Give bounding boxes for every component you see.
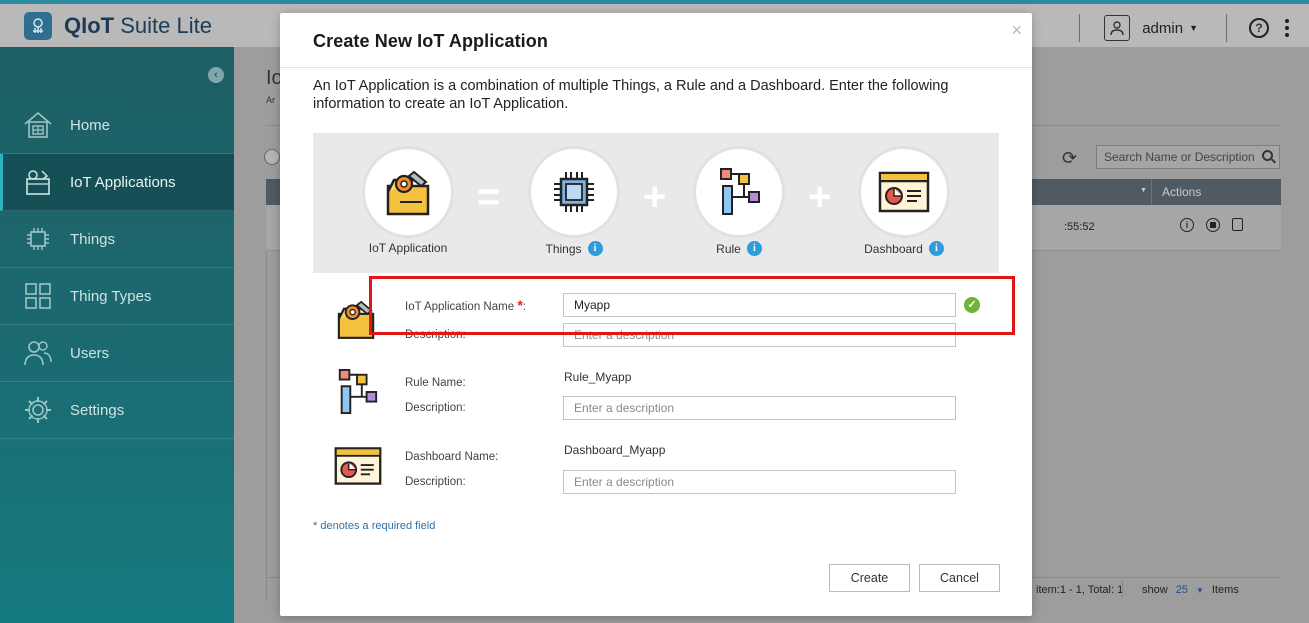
sidebar-item-things[interactable]: Things bbox=[0, 211, 234, 268]
more-options-icon[interactable] bbox=[1285, 19, 1289, 37]
search-input[interactable]: Search Name or Description bbox=[1096, 145, 1280, 169]
chip-icon bbox=[554, 172, 594, 212]
app-title: QIoT Suite Lite bbox=[64, 13, 212, 38]
info-icon[interactable]: i bbox=[746, 241, 762, 256]
rule-icon bbox=[334, 367, 380, 422]
sidebar-item-label: Home bbox=[70, 116, 111, 134]
users-icon bbox=[22, 337, 54, 369]
sidebar-item-settings[interactable]: Settings bbox=[0, 382, 234, 439]
info-icon[interactable]: i bbox=[587, 241, 603, 256]
divider bbox=[1122, 580, 1123, 598]
actions-column-header: Actions bbox=[1162, 185, 1202, 199]
sidebar-item-label: Things bbox=[70, 230, 116, 248]
dashboard-icon bbox=[333, 445, 383, 492]
formula-iot-application: IoT Application bbox=[362, 146, 454, 255]
stop-icon[interactable] bbox=[1206, 218, 1220, 232]
divider bbox=[1079, 14, 1081, 42]
sidebar-item-label: Thing Types bbox=[70, 287, 152, 305]
rule-name-label: Rule Name: bbox=[405, 377, 466, 389]
user-avatar-icon[interactable] bbox=[1104, 15, 1131, 41]
sidebar-item-label: Settings bbox=[70, 401, 125, 419]
plus-sign: + bbox=[808, 175, 832, 219]
rule-description-input[interactable] bbox=[563, 396, 956, 420]
column-divider bbox=[1151, 179, 1152, 205]
dashboard-name-label: Dashboard Name: bbox=[405, 451, 499, 463]
chip-icon bbox=[22, 223, 54, 255]
divider bbox=[1226, 14, 1227, 42]
sort-icon[interactable]: ▼ bbox=[1140, 187, 1147, 194]
sidebar: ‹ Home IoT Applications Things Thing Typ… bbox=[0, 47, 234, 623]
formula-rule: Rule i bbox=[693, 146, 785, 256]
brand[interactable]: QIoT Suite Lite bbox=[24, 12, 212, 40]
formula-dashboard: Dashboard i bbox=[858, 146, 950, 256]
sidebar-item-thing-types[interactable]: Thing Types bbox=[0, 268, 234, 325]
search-icon[interactable] bbox=[1262, 150, 1273, 161]
qiot-logo-icon bbox=[24, 12, 52, 40]
user-menu[interactable]: admin bbox=[1142, 20, 1183, 37]
divider bbox=[280, 67, 1032, 68]
page-size-selector[interactable]: show 25 ▼ Items bbox=[1142, 584, 1239, 596]
formula-banner: IoT Application = Things i + Rule i + Da… bbox=[313, 133, 999, 273]
thing-types-icon bbox=[22, 280, 54, 312]
dialog-title: Create New IoT Application bbox=[313, 31, 548, 51]
cancel-button[interactable]: Cancel bbox=[919, 564, 1000, 592]
trash-icon[interactable] bbox=[1232, 218, 1243, 231]
required-field-note: * denotes a required field bbox=[313, 520, 436, 532]
sidebar-item-iot-applications[interactable]: IoT Applications bbox=[0, 154, 234, 211]
row-timestamp: :55:52 bbox=[1064, 221, 1095, 233]
create-button[interactable]: Create bbox=[829, 564, 910, 592]
dashboard-description-label: Description: bbox=[405, 476, 466, 488]
highlight-box bbox=[369, 276, 1015, 335]
chevron-down-icon[interactable]: ▼ bbox=[1189, 23, 1198, 33]
iot-applications-icon bbox=[22, 166, 54, 198]
collapse-sidebar-icon[interactable]: ‹ bbox=[208, 67, 224, 83]
pagination-info: item:1 - 1, Total: 1 bbox=[1036, 584, 1124, 596]
help-icon[interactable]: ? bbox=[1249, 18, 1269, 38]
sidebar-item-users[interactable]: Users bbox=[0, 325, 234, 382]
rule-icon bbox=[720, 168, 760, 215]
dashboard-name-value: Dashboard_Myapp bbox=[564, 443, 666, 457]
dashboard-description-input[interactable] bbox=[563, 470, 956, 494]
sidebar-item-label: IoT Applications bbox=[70, 173, 176, 191]
page-subtitle: Ar bbox=[266, 95, 275, 105]
select-all-radio[interactable] bbox=[264, 149, 280, 165]
dashboard-icon bbox=[878, 171, 930, 213]
rule-description-label: Description: bbox=[405, 402, 466, 414]
divider bbox=[266, 251, 267, 601]
info-icon[interactable]: i bbox=[928, 241, 944, 256]
refresh-icon[interactable]: ⟳ bbox=[1062, 148, 1077, 169]
equals-sign: = bbox=[477, 175, 501, 219]
sidebar-item-label: Users bbox=[70, 344, 110, 362]
sidebar-item-home[interactable]: Home bbox=[0, 97, 234, 154]
close-icon[interactable]: × bbox=[1011, 21, 1022, 39]
rule-name-value: Rule_Myapp bbox=[564, 370, 632, 384]
gear-icon bbox=[22, 394, 54, 426]
info-icon[interactable]: i bbox=[1180, 218, 1194, 232]
chevron-down-icon: ▼ bbox=[1195, 586, 1204, 595]
formula-things: Things i bbox=[528, 146, 620, 256]
iot-application-icon bbox=[386, 170, 430, 216]
home-icon bbox=[22, 109, 54, 141]
plus-sign: + bbox=[643, 175, 667, 219]
dialog-intro: An IoT Application is a combination of m… bbox=[313, 78, 949, 112]
